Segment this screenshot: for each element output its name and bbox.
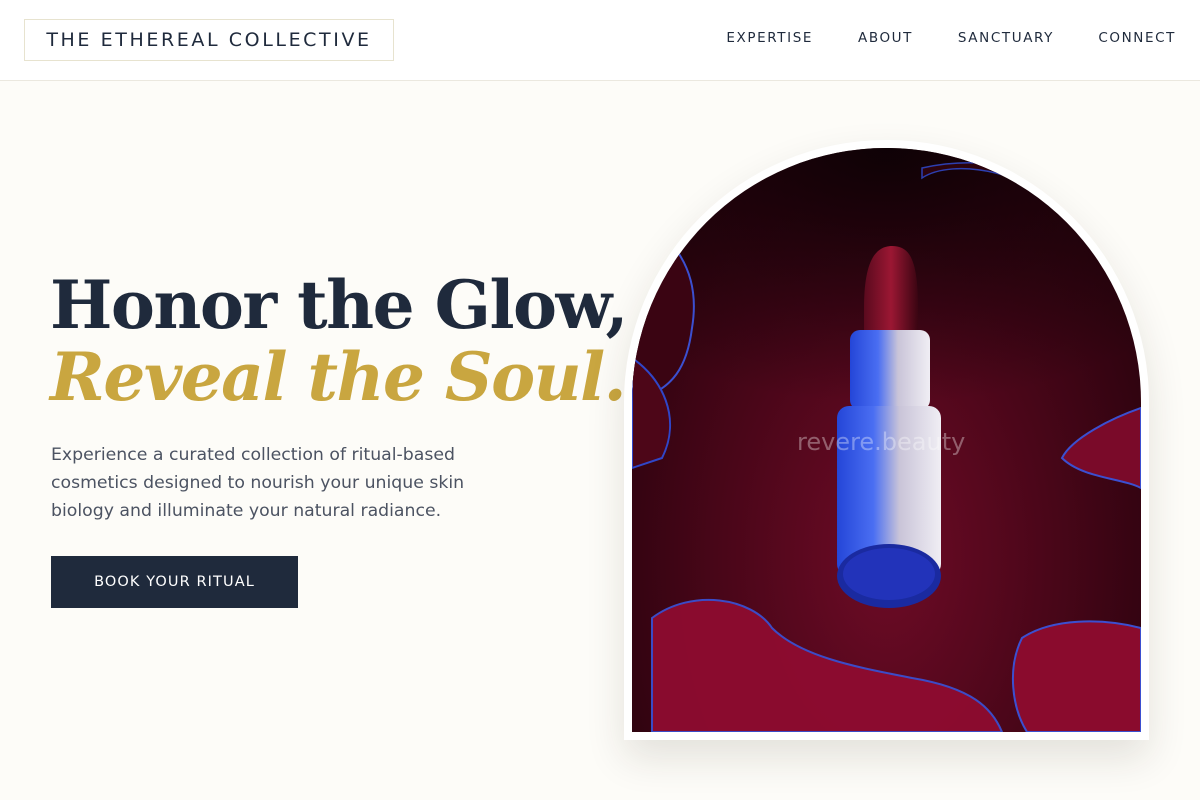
image-watermark: revere.beauty (797, 428, 966, 456)
hero-headline: Honor the Glow, (50, 266, 628, 344)
nav-link-expertise[interactable]: EXPERTISE (726, 30, 813, 46)
brand-logo[interactable]: THE ETHEREAL COLLECTIVE (24, 19, 394, 61)
nav-link-sanctuary[interactable]: SANCTUARY (958, 30, 1054, 46)
hero-description: Experience a curated collection of ritua… (51, 445, 465, 521)
book-ritual-button[interactable]: BOOK YOUR RITUAL (51, 556, 298, 608)
nav-link-connect[interactable]: CONNECT (1098, 30, 1176, 46)
site-header: THE ETHEREAL COLLECTIVE EXPERTISE ABOUT … (0, 0, 1200, 81)
hero-subheadline: Reveal the Soul. (50, 338, 627, 416)
nav-link-about[interactable]: ABOUT (858, 30, 913, 46)
